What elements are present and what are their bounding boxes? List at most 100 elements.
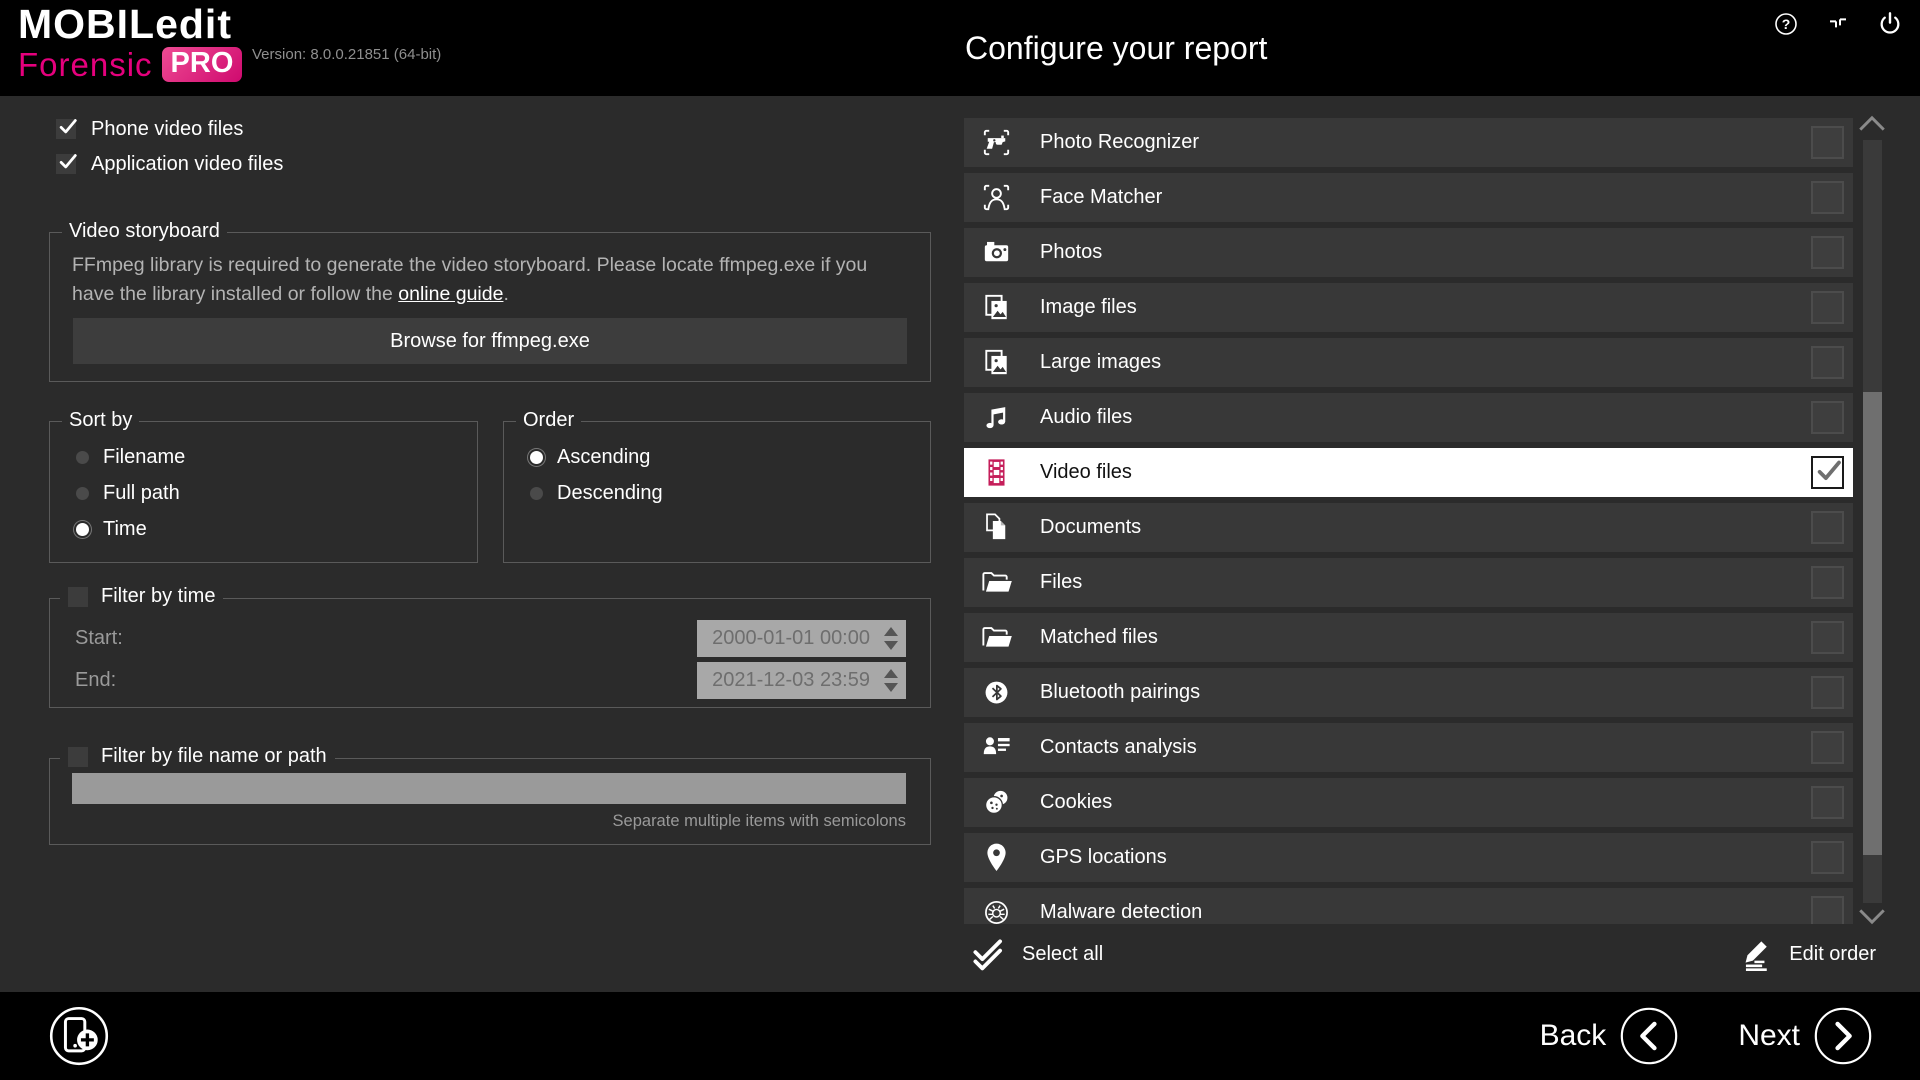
list-item-image-files[interactable]: Image files	[964, 283, 1853, 332]
list-item-video-files[interactable]: Video files	[964, 448, 1853, 497]
browse-ffmpeg-button[interactable]: Browse for ffmpeg.exe	[73, 318, 907, 364]
checkbox-row-application-video-files[interactable]: Application video files	[56, 153, 283, 175]
ascending-label: Ascending	[557, 446, 650, 469]
edit-order-button[interactable]: Edit order	[1739, 936, 1876, 973]
list-item-contacts-analysis[interactable]: Contacts analysis	[964, 723, 1853, 772]
filter-by-time-toggle[interactable]: Filter by time	[60, 585, 223, 608]
power-icon[interactable]	[1874, 8, 1906, 40]
scrollbar-thumb[interactable]	[1863, 392, 1882, 855]
start-label: Start:	[75, 627, 123, 650]
item-checkbox[interactable]	[1811, 621, 1844, 654]
photo-recognizer-icon	[979, 125, 1014, 160]
radio-row-filename[interactable]: Filename	[76, 446, 185, 468]
filter-by-name-checkbox[interactable]	[68, 747, 88, 767]
radio-filename[interactable]	[76, 451, 89, 464]
logo-forensic: Forensic	[18, 48, 153, 81]
item-checkbox[interactable]	[1811, 566, 1844, 599]
chevron-up-icon[interactable]	[1854, 112, 1890, 134]
video-files-icon	[979, 455, 1014, 490]
item-checkbox[interactable]	[1811, 346, 1844, 379]
list-item-files[interactable]: Files	[964, 558, 1853, 607]
list-item-label: Photo Recognizer	[1040, 118, 1199, 167]
item-checkbox[interactable]	[1811, 236, 1844, 269]
radio-row-full-path[interactable]: Full path	[76, 482, 185, 504]
filter-name-input[interactable]	[72, 773, 906, 804]
item-checkbox[interactable]	[1811, 181, 1844, 214]
item-checkbox[interactable]	[1811, 841, 1844, 874]
app-window: MOBILedit Forensic PRO Version: 8.0.0.21…	[0, 0, 1920, 1080]
checkbox-row-phone-video-files[interactable]: Phone video files	[56, 118, 283, 140]
chevron-down-icon[interactable]	[1854, 906, 1890, 928]
radio-row-descending[interactable]: Descending	[530, 482, 663, 504]
next-label: Next	[1738, 1019, 1800, 1053]
filter-by-name-toggle[interactable]: Filter by file name or path	[60, 745, 335, 768]
phone-video-files-checkbox[interactable]	[56, 119, 76, 139]
start-spinner[interactable]	[880, 620, 902, 657]
bluetooth-icon	[979, 675, 1014, 710]
item-checkbox[interactable]	[1811, 786, 1844, 819]
spinner-up-icon[interactable]	[884, 627, 898, 636]
item-checkbox[interactable]	[1811, 401, 1844, 434]
list-item-face-matcher[interactable]: Face Matcher	[964, 173, 1853, 222]
start-datetime-value: 2000-01-01 00:00	[712, 620, 870, 657]
list-item-malware-detection[interactable]: Malware detection	[964, 888, 1853, 924]
wizard-navigation: Back Next	[1540, 992, 1872, 1080]
filter-by-time-group: Filter by time Start: 2000-01-01 00:00 E…	[49, 598, 931, 708]
list-item-large-images[interactable]: Large images	[964, 338, 1853, 387]
list-scrollbar[interactable]	[1854, 112, 1890, 932]
item-checkbox[interactable]	[1811, 731, 1844, 764]
snap-window-icon[interactable]	[1822, 8, 1854, 40]
radio-full-path[interactable]	[76, 487, 89, 500]
documents-icon	[979, 510, 1014, 545]
spinner-up-icon[interactable]	[884, 669, 898, 678]
filter-by-name-group: Filter by file name or path Separate mul…	[49, 758, 931, 845]
end-datetime-field[interactable]: 2021-12-03 23:59	[697, 662, 906, 699]
select-all-label: Select all	[1022, 943, 1103, 966]
item-checkbox[interactable]	[1811, 511, 1844, 544]
item-checkbox[interactable]	[1811, 896, 1844, 924]
end-spinner[interactable]	[880, 662, 902, 699]
list-item-label: Matched files	[1040, 613, 1158, 662]
list-item-matched-files[interactable]: Matched files	[964, 613, 1853, 662]
list-item-documents[interactable]: Documents	[964, 503, 1853, 552]
files-icon	[979, 565, 1014, 600]
next-button[interactable]	[1814, 1007, 1872, 1065]
radio-row-time[interactable]: Time	[76, 518, 185, 540]
edit-order-label: Edit order	[1789, 943, 1876, 966]
radio-time[interactable]	[76, 523, 89, 536]
add-phone-icon[interactable]	[48, 1005, 110, 1067]
list-item-photos[interactable]: Photos	[964, 228, 1853, 277]
list-item-label: Image files	[1040, 283, 1137, 332]
radio-ascending[interactable]	[530, 451, 543, 464]
online-guide-link[interactable]: online guide	[398, 283, 503, 305]
audio-files-icon	[979, 400, 1014, 435]
header-bar: MOBILedit Forensic PRO Version: 8.0.0.21…	[0, 0, 1920, 96]
list-item-label: Files	[1040, 558, 1082, 607]
list-item-audio-files[interactable]: Audio files	[964, 393, 1853, 442]
logo-pro-badge: PRO	[162, 47, 243, 82]
list-item-cookies[interactable]: Cookies	[964, 778, 1853, 827]
radio-row-ascending[interactable]: Ascending	[530, 446, 663, 468]
back-button[interactable]	[1620, 1007, 1678, 1065]
item-checkbox[interactable]	[1811, 291, 1844, 324]
filter-by-time-checkbox[interactable]	[68, 587, 88, 607]
list-item-gps-locations[interactable]: GPS locations	[964, 833, 1853, 882]
spinner-down-icon[interactable]	[884, 641, 898, 650]
select-all-icon	[970, 936, 1007, 973]
item-checkbox[interactable]	[1811, 676, 1844, 709]
item-checkbox[interactable]	[1811, 456, 1844, 489]
list-item-photo-recognizer[interactable]: Photo Recognizer	[964, 118, 1853, 167]
item-checkbox[interactable]	[1811, 126, 1844, 159]
filter-by-time-label: Filter by time	[101, 585, 215, 608]
image-files-icon	[979, 290, 1014, 325]
list-item-label: Cookies	[1040, 778, 1112, 827]
list-item-bluetooth-pairings[interactable]: Bluetooth pairings	[964, 668, 1853, 717]
start-datetime-field[interactable]: 2000-01-01 00:00	[697, 620, 906, 657]
spinner-down-icon[interactable]	[884, 683, 898, 692]
radio-descending[interactable]	[530, 487, 543, 500]
help-icon[interactable]	[1770, 8, 1802, 40]
storyboard-text-end: .	[503, 283, 508, 305]
select-all-button[interactable]: Select all	[970, 936, 1103, 973]
application-video-files-checkbox[interactable]	[56, 154, 76, 174]
storyboard-description: FFmpeg library is required to generate t…	[72, 251, 910, 310]
